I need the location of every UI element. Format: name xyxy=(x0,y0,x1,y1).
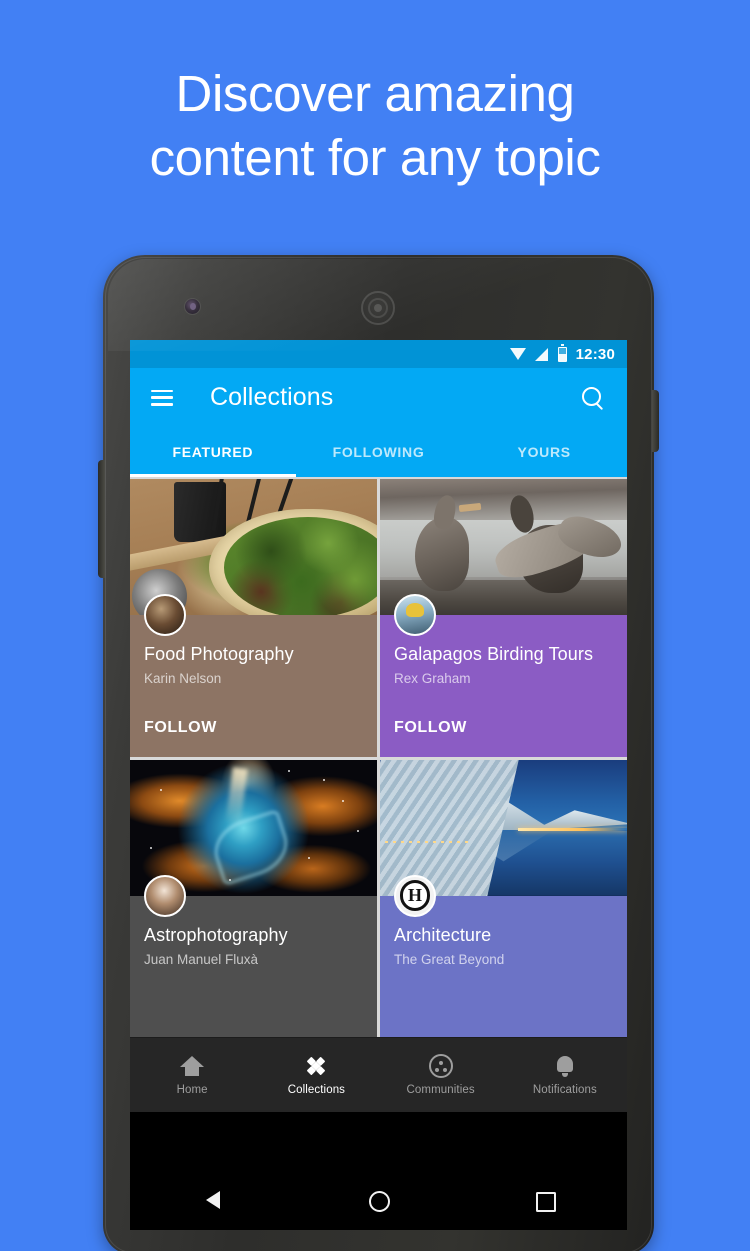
avatar[interactable] xyxy=(144,874,186,917)
cell-signal-icon xyxy=(534,347,549,361)
bottom-nav-label: Notifications xyxy=(532,1084,597,1096)
tab-bar: FEATURED FOLLOWING YOURS xyxy=(130,427,627,477)
collections-grid: Food Photography Karin Nelson FOLLOW Gal… xyxy=(130,477,627,1037)
home-circle-icon[interactable] xyxy=(365,1187,391,1213)
headline-line-2: content for any topic xyxy=(149,129,601,186)
wifi-icon xyxy=(509,348,526,360)
bell-icon xyxy=(553,1054,577,1078)
collection-card-body: Galapagos Birding Tours Rex Graham FOLLO… xyxy=(380,594,627,757)
earpiece-speaker-icon xyxy=(361,291,395,325)
collection-card-body: Architecture The Great Beyond xyxy=(380,874,627,1038)
bottom-nav-item-collections[interactable]: Collections xyxy=(254,1054,378,1096)
avatar[interactable] xyxy=(144,594,186,636)
collection-card-body: Astrophotography Juan Manuel Fluxà xyxy=(130,874,377,1038)
collection-card-astrophotography[interactable]: Astrophotography Juan Manuel Fluxà xyxy=(130,759,377,1038)
follow-button[interactable]: FOLLOW xyxy=(394,719,467,737)
status-bar-icons xyxy=(509,343,567,362)
bottom-nav-item-communities[interactable]: Communities xyxy=(379,1054,503,1096)
page-title: Collections xyxy=(210,383,334,411)
search-icon[interactable] xyxy=(580,385,606,411)
hamburger-menu-icon[interactable] xyxy=(151,389,173,406)
front-camera-icon xyxy=(184,298,201,315)
bottom-nav-item-home[interactable]: Home xyxy=(130,1054,254,1096)
volume-rocker[interactable] xyxy=(98,460,105,578)
follow-button[interactable]: FOLLOW xyxy=(144,719,217,737)
tab-featured[interactable]: FEATURED xyxy=(130,427,296,477)
collections-diamond-icon xyxy=(302,1052,330,1080)
collection-card-food-photography[interactable]: Food Photography Karin Nelson FOLLOW xyxy=(130,479,377,757)
collection-title: Astrophotography xyxy=(144,924,288,945)
headline-line-1: Discover amazing xyxy=(175,65,575,122)
battery-icon xyxy=(557,343,567,362)
status-bar-clock: 12:30 xyxy=(575,345,615,363)
home-icon xyxy=(180,1054,205,1078)
phone-device-frame: 12:30 Collections FEATURED FOLLOWING YOU… xyxy=(98,255,659,1251)
collection-author: Karin Nelson xyxy=(144,671,222,686)
bottom-nav-item-notifications[interactable]: Notifications xyxy=(503,1054,627,1096)
communities-icon xyxy=(428,1054,453,1078)
power-button[interactable] xyxy=(652,390,659,452)
collection-card-body: Food Photography Karin Nelson FOLLOW xyxy=(130,594,377,757)
tab-following[interactable]: FOLLOWING xyxy=(296,427,462,477)
back-triangle-icon[interactable] xyxy=(200,1187,226,1213)
avatar[interactable] xyxy=(394,594,436,636)
collection-author: Juan Manuel Fluxà xyxy=(144,951,259,967)
bottom-navigation-bar: Home Collections Communities Notificatio… xyxy=(130,1037,627,1112)
promo-headline: Discover amazing content for any topic xyxy=(0,62,750,190)
collection-card-galapagos-birding-tours[interactable]: Galapagos Birding Tours Rex Graham FOLLO… xyxy=(380,479,627,757)
status-bar: 12:30 xyxy=(130,340,627,368)
collection-author: The Great Beyond xyxy=(394,951,505,967)
android-system-nav-bar xyxy=(130,1170,627,1230)
phone-screen: 12:30 Collections FEATURED FOLLOWING YOU… xyxy=(130,340,627,1170)
bottom-nav-label: Communities xyxy=(406,1084,475,1096)
collection-title: Architecture xyxy=(394,924,492,945)
avatar[interactable] xyxy=(394,874,436,917)
recents-square-icon[interactable] xyxy=(531,1187,557,1213)
app-bar: Collections xyxy=(130,368,627,427)
bottom-nav-label: Home xyxy=(176,1084,208,1096)
tab-yours[interactable]: YOURS xyxy=(461,427,627,477)
collection-title: Food Photography xyxy=(144,644,294,664)
collection-card-architecture[interactable]: Architecture The Great Beyond xyxy=(380,759,627,1038)
collection-title: Galapagos Birding Tours xyxy=(394,644,594,664)
collection-author: Rex Graham xyxy=(394,671,471,686)
bottom-nav-label: Collections xyxy=(287,1084,346,1096)
